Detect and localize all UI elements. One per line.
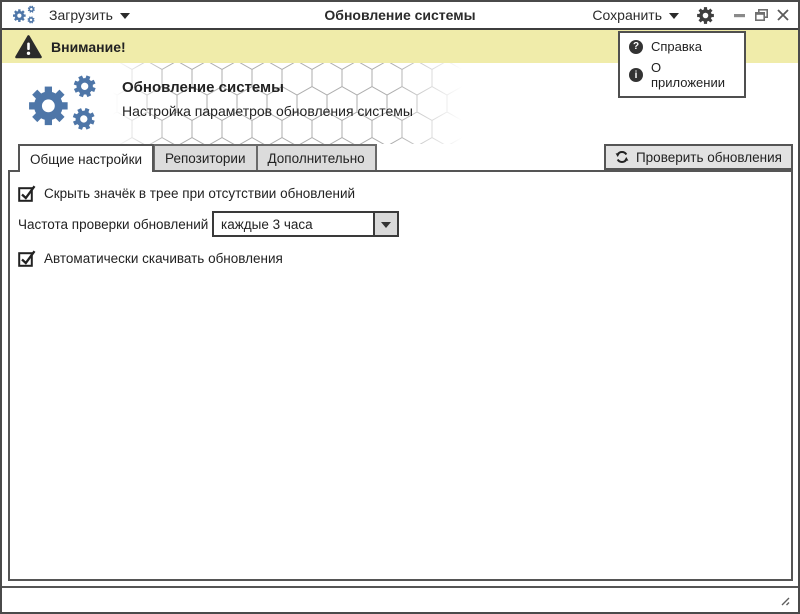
menu-item-help-label: Справка (651, 39, 702, 54)
header-title: Обновление системы (122, 79, 284, 96)
app-window: Загрузить Обновление системы Сохранить В… (0, 0, 800, 614)
info-icon: i (629, 68, 643, 82)
save-menu-label: Сохранить (592, 7, 662, 23)
frequency-label: Частота проверки обновлений (18, 216, 209, 232)
check-updates-button[interactable]: Проверить обновления (603, 144, 793, 170)
refresh-icon (615, 150, 629, 164)
checkbox-auto-download-label: Автоматически скачивать обновления (44, 251, 283, 266)
close-button[interactable] (776, 8, 790, 22)
tab-repositories[interactable]: Репозитории (153, 144, 258, 170)
frequency-dropdown[interactable]: каждые 3 часа (212, 211, 399, 237)
save-dropdown-menu: ? Справка i О приложении (618, 31, 746, 98)
tab-advanced[interactable]: Дополнительно (257, 144, 377, 170)
tab-advanced-label: Дополнительно (267, 150, 365, 166)
frequency-dropdown-value: каждые 3 часа (221, 216, 313, 232)
resize-grip[interactable] (779, 595, 791, 607)
minimize-button[interactable] (732, 8, 746, 22)
checkbox-checked-icon (18, 250, 37, 267)
restore-button[interactable] (754, 8, 768, 22)
tab-general-settings[interactable]: Общие настройки (18, 144, 155, 172)
settings-gear-button[interactable] (697, 6, 714, 24)
menu-item-help[interactable]: ? Справка (620, 36, 744, 57)
question-icon: ? (629, 39, 643, 54)
checkbox-checked-icon (18, 185, 37, 202)
check-updates-label: Проверить обновления (635, 149, 782, 165)
tab-bar: Общие настройки Репозитории Дополнительн… (2, 144, 798, 172)
tab-page-general: Скрыть значёк в трее при отсутствии обно… (8, 170, 793, 581)
load-menu-button[interactable]: Загрузить (49, 7, 130, 23)
tab-general-settings-label: Общие настройки (30, 151, 143, 167)
checkbox-auto-download[interactable]: Автоматически скачивать обновления (18, 250, 781, 267)
status-bar (2, 586, 798, 612)
warning-triangle-icon (15, 34, 42, 59)
chevron-down-icon (381, 221, 391, 228)
tab-repositories-label: Репозитории (165, 150, 246, 166)
warning-text: Внимание! (51, 38, 126, 55)
load-menu-label: Загрузить (49, 7, 113, 23)
chevron-down-icon (669, 13, 679, 19)
app-gears-icon (12, 5, 39, 25)
chevron-down-icon (119, 13, 130, 19)
menu-item-about[interactable]: i О приложении (620, 57, 744, 93)
dropdown-arrow-button[interactable] (373, 213, 397, 235)
title-bar: Загрузить Обновление системы Сохранить (2, 2, 798, 30)
save-menu-button[interactable]: Сохранить (592, 7, 679, 23)
checkbox-hide-tray-icon-label: Скрыть значёк в трее при отсутствии обно… (44, 186, 356, 201)
menu-item-about-label: О приложении (651, 60, 725, 90)
gears-logo (26, 74, 108, 134)
header-subtitle: Настройка параметров обновления системы (122, 103, 413, 119)
checkbox-hide-tray-icon[interactable]: Скрыть значёк в трее при отсутствии обно… (18, 185, 781, 202)
